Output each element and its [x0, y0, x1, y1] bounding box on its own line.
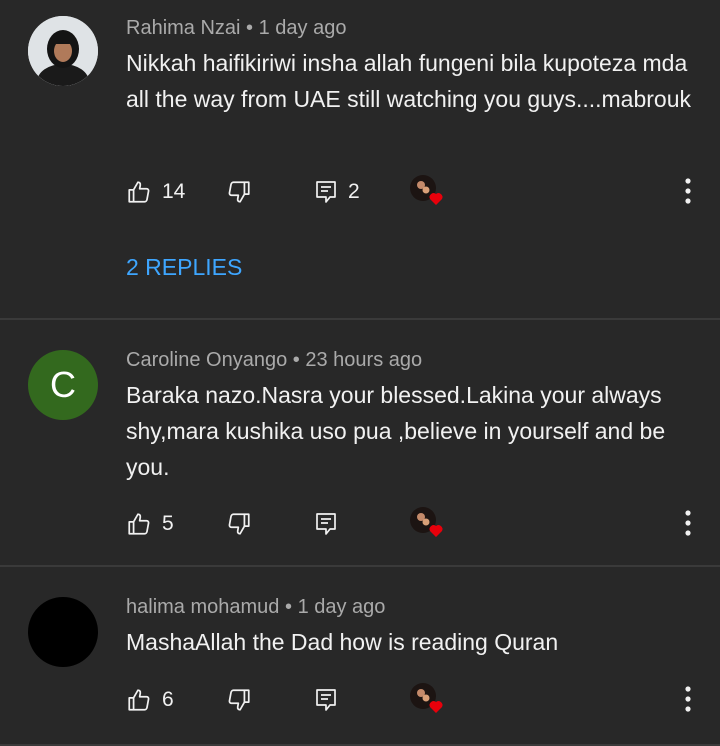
reply-count: 2 — [348, 180, 360, 203]
comment-text: Nikkah haifikiriwi insha allah fungeni b… — [126, 50, 692, 112]
view-replies-button[interactable]: 2 REPLIES — [126, 254, 242, 281]
creator-heart-icon — [410, 175, 443, 205]
more-options-button[interactable] — [680, 684, 696, 714]
more-vert-icon — [685, 510, 691, 536]
like-button[interactable]: 14 — [126, 172, 185, 212]
avatar[interactable]: C — [28, 350, 98, 420]
dislike-button[interactable] — [226, 504, 252, 544]
author-name[interactable]: Rahima Nzai — [126, 17, 240, 39]
reply-icon — [316, 689, 336, 711]
like-count: 14 — [162, 180, 186, 203]
like-button[interactable]: 5 — [126, 504, 174, 544]
creator-heart — [410, 682, 444, 716]
creator-heart-icon — [410, 683, 443, 713]
creator-heart — [410, 506, 444, 540]
dislike-button[interactable] — [226, 172, 252, 212]
like-count: 5 — [162, 512, 174, 535]
reply-icon — [316, 181, 336, 203]
like-count: 6 — [162, 688, 174, 711]
comment-time[interactable]: 1 day ago — [298, 596, 386, 618]
reply-icon — [316, 513, 336, 535]
thumbs-down-icon — [228, 513, 250, 535]
reply-button[interactable]: 2 — [314, 172, 360, 212]
more-options-button[interactable] — [680, 176, 696, 206]
thumbs-down-icon — [228, 689, 250, 711]
comment-text: MashaAllah the Dad how is reading Quran — [126, 629, 559, 655]
comment-meta: Rahima Nzai • 1 day ago — [126, 17, 346, 40]
more-vert-icon — [685, 178, 691, 204]
thumbs-up-icon — [128, 181, 150, 203]
comment-meta: Caroline Onyango • 23 hours ago — [126, 349, 422, 372]
comment-thread: halima mohamud • 1 day ago MashaAllah th… — [0, 567, 720, 746]
meta-separator: • — [292, 349, 300, 371]
creator-heart-icon — [410, 507, 443, 537]
thumbs-up-icon — [128, 689, 150, 711]
meta-separator: • — [246, 17, 254, 39]
dislike-button[interactable] — [226, 680, 252, 720]
avatar[interactable] — [28, 597, 98, 667]
reply-button[interactable] — [314, 504, 338, 544]
thumbs-up-icon — [128, 513, 150, 535]
more-vert-icon — [685, 686, 691, 712]
creator-heart — [410, 174, 444, 208]
meta-separator: • — [284, 596, 292, 618]
avatar-letter: C — [50, 364, 76, 405]
avatar[interactable] — [28, 16, 98, 86]
comment-actions: 6 — [126, 680, 720, 720]
comment-thread: C Caroline Onyango • 23 hours ago Baraka… — [0, 320, 720, 567]
comment-meta: halima mohamud • 1 day ago — [126, 596, 385, 619]
author-name[interactable]: Caroline Onyango — [126, 349, 287, 371]
comment-text: Baraka nazo.Nasra your blessed.Lakina yo… — [126, 382, 666, 480]
comment-thread: Rahima Nzai • 1 day ago Nikkah haifikiri… — [0, 0, 720, 320]
avatar-photo — [28, 16, 98, 86]
author-name[interactable]: halima mohamud — [126, 596, 279, 618]
comment-actions: 14 2 — [126, 172, 720, 212]
comment-actions: 5 — [126, 504, 720, 544]
reply-button[interactable] — [314, 680, 338, 720]
more-options-button[interactable] — [680, 508, 696, 538]
like-button[interactable]: 6 — [126, 680, 174, 720]
comment-time[interactable]: 1 day ago — [259, 17, 347, 39]
comment-time[interactable]: 23 hours ago — [305, 349, 422, 371]
thumbs-down-icon — [228, 181, 250, 203]
